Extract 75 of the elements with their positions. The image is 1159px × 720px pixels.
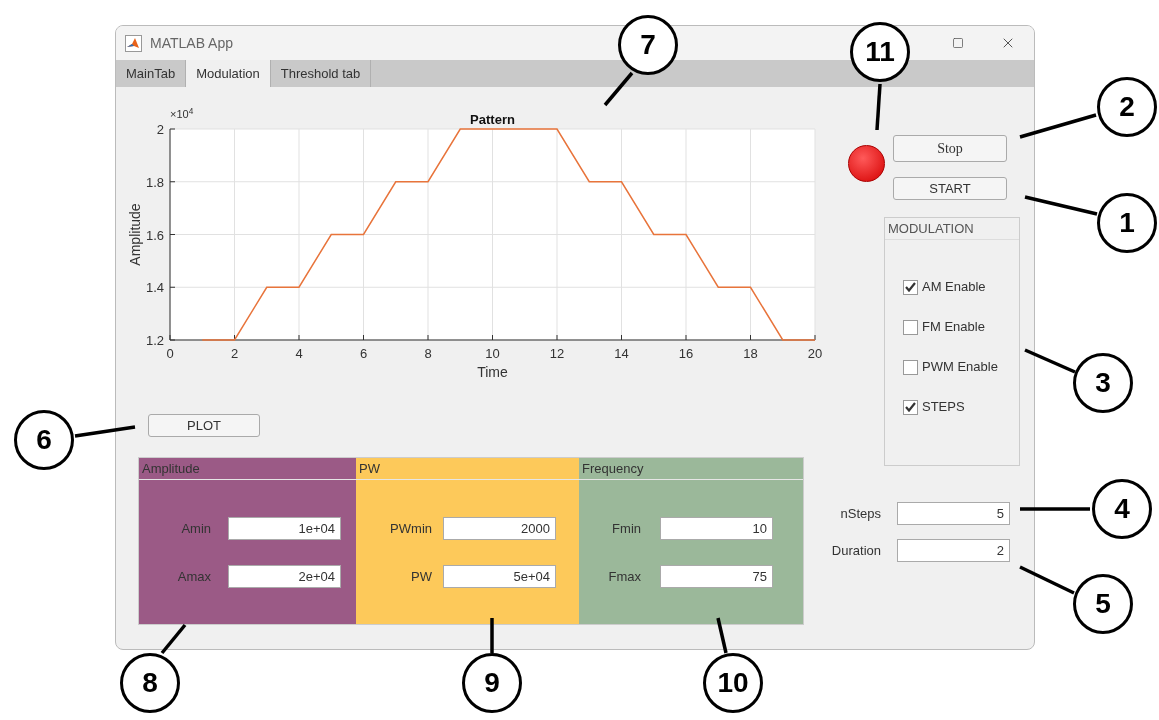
input-field[interactable]: 2 [897, 539, 1010, 562]
leader-line [603, 71, 634, 107]
input-field[interactable]: 2e+04 [228, 565, 341, 588]
leader-line [716, 617, 728, 654]
x-tick-label: 14 [614, 346, 629, 361]
callout-marker: 4 [1092, 479, 1152, 539]
y-tick-label: 1.4 [145, 280, 164, 296]
axis-exponent: ×10$^{4}$ [170, 109, 194, 120]
checkbox-label: STEPS [922, 398, 965, 417]
window-title: MATLAB App [150, 33, 233, 53]
x-tick-label: 12 [549, 346, 565, 361]
leader-line [74, 425, 136, 438]
input-field[interactable]: 10 [660, 517, 773, 540]
x-axis-label: Time [477, 364, 508, 380]
check-icon [905, 402, 916, 412]
input-field[interactable]: 75 [660, 565, 773, 588]
checkbox-label: PWM Enable [922, 358, 998, 377]
x-tick-label: 8 [424, 346, 432, 361]
plot-button[interactable]: PLOT [148, 414, 260, 437]
leader-line [1024, 348, 1076, 374]
x-tick-label: 16 [678, 346, 694, 361]
leader-line [875, 83, 882, 131]
chart-title: Pattern [470, 112, 515, 127]
input-field[interactable]: 5 [897, 502, 1010, 525]
y-axis-label: Amplitude [127, 203, 143, 266]
x-tick-label: 0 [166, 346, 174, 361]
y-tick-label: 2 [156, 122, 164, 137]
callout-marker: 3 [1073, 353, 1133, 413]
callout-marker: 2 [1097, 77, 1157, 137]
x-tick-label: 10 [485, 346, 500, 361]
app-logo-icon [125, 34, 142, 52]
check-icon [905, 282, 916, 292]
input-field[interactable]: 1e+04 [228, 517, 341, 540]
leader-line [490, 618, 494, 653]
panel-title: Frequency [582, 459, 644, 478]
checkbox-label: FM Enable [922, 318, 985, 337]
leader-line [1019, 565, 1075, 595]
field-label: Fmin [611, 519, 641, 538]
leader-line [160, 623, 187, 655]
panel-title: Amplitude [142, 459, 200, 478]
start-button[interactable]: START [893, 177, 1007, 200]
field-label: nSteps [839, 504, 881, 523]
field-label: PW [410, 567, 432, 586]
field-label: PWmin [389, 519, 432, 538]
callout-marker: 1 [1097, 193, 1157, 253]
callout-marker: 8 [120, 653, 180, 713]
checkbox[interactable] [903, 359, 918, 375]
field-label: Duration [830, 541, 881, 560]
y-tick-label: 1.6 [145, 227, 164, 243]
maximize-icon[interactable] [952, 37, 964, 49]
field-label: Amin [180, 519, 211, 538]
input-field[interactable]: 2000 [443, 517, 556, 540]
y-tick-label: 1.8 [145, 174, 164, 190]
checkbox[interactable] [903, 319, 918, 335]
callout-marker: 9 [462, 653, 522, 713]
x-tick-label: 2 [230, 346, 239, 361]
checkbox-label: AM Enable [922, 278, 986, 297]
input-field[interactable]: 5e+04 [443, 565, 556, 588]
field-label: Amax [176, 567, 211, 586]
x-tick-label: 4 [295, 346, 303, 361]
field-label: Fmax [607, 567, 641, 586]
x-tick-label: 18 [743, 346, 758, 361]
x-tick-label: 6 [359, 346, 368, 361]
callout-marker: 10 [703, 653, 763, 713]
panel-title: PW [359, 459, 380, 478]
x-tick-label: 20 [807, 346, 823, 361]
callout-marker: 6 [14, 410, 74, 470]
checkbox[interactable] [903, 399, 918, 415]
checkbox[interactable] [903, 279, 918, 295]
tab[interactable]: Modulation [186, 60, 271, 87]
leader-line [1020, 507, 1090, 511]
panel-title: MODULATION [888, 219, 974, 238]
y-tick-label: 1.2 [145, 333, 164, 348]
stop-button[interactable]: Stop [893, 135, 1007, 162]
callout-marker: 5 [1073, 574, 1133, 634]
